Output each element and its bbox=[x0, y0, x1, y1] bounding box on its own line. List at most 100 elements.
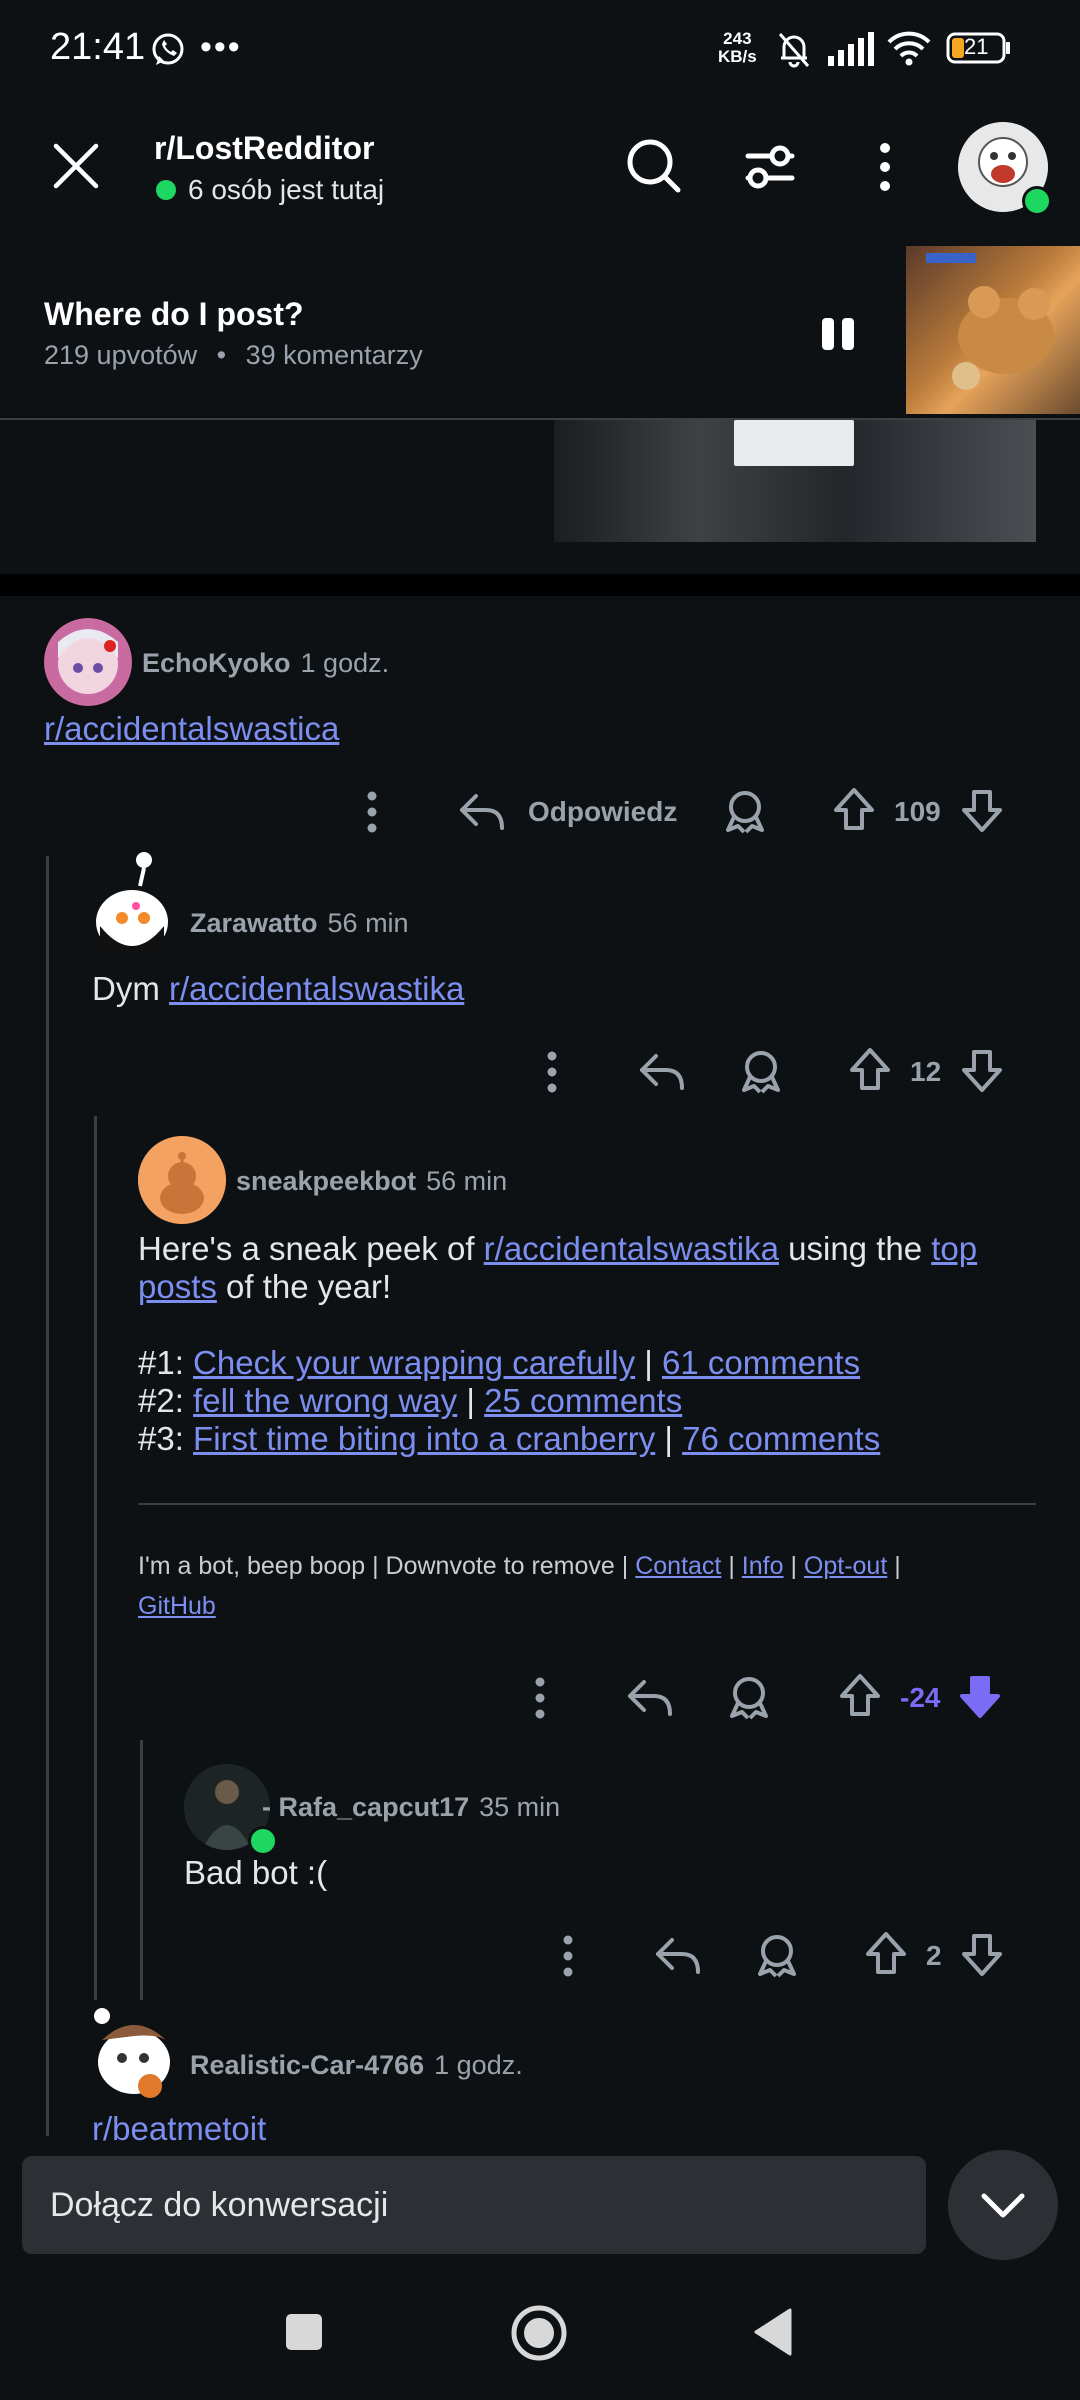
avatar[interactable] bbox=[138, 1136, 226, 1224]
pause-button[interactable] bbox=[818, 314, 858, 354]
reply-button[interactable] bbox=[638, 1052, 686, 1092]
meta-separator: • bbox=[216, 340, 227, 370]
avatar[interactable] bbox=[92, 2006, 176, 2102]
award-button[interactable] bbox=[754, 1932, 800, 1978]
award-button[interactable] bbox=[722, 788, 768, 834]
downvote-button[interactable] bbox=[960, 1048, 1004, 1094]
vote-score: -24 bbox=[900, 1682, 941, 1713]
comment-author[interactable]: - Rafa_capcut17 35 min bbox=[262, 1792, 560, 1823]
post-upvotes: 219 upvotów bbox=[44, 340, 198, 370]
username[interactable]: EchoKyoko bbox=[142, 648, 291, 678]
comment-author[interactable]: sneakpeekbot 56 min bbox=[236, 1166, 507, 1197]
upvote-button[interactable] bbox=[832, 786, 876, 832]
comment-actions: -24 bbox=[0, 1668, 1080, 1728]
top-post-row: #2: fell the wrong way | 25 comments bbox=[138, 1382, 1018, 1420]
downvote-button[interactable] bbox=[958, 1674, 1002, 1720]
more-options-button[interactable] bbox=[870, 140, 900, 194]
top-posts-link[interactable]: posts bbox=[138, 1268, 217, 1305]
join-conversation-placeholder[interactable]: Dołącz do konwersacji bbox=[50, 2186, 388, 2225]
more-options-button[interactable] bbox=[538, 1050, 566, 1094]
recent-apps-button[interactable] bbox=[284, 2312, 324, 2352]
signal-icon bbox=[826, 32, 876, 66]
avatar[interactable] bbox=[92, 846, 172, 964]
more-options-button[interactable] bbox=[526, 1676, 554, 1720]
recent-apps-icon bbox=[286, 2314, 322, 2350]
subreddit-link[interactable]: r/accidentalswastika bbox=[169, 970, 464, 1007]
comments-link[interactable]: 61 comments bbox=[662, 1344, 860, 1381]
downvote-button[interactable] bbox=[960, 1932, 1004, 1978]
post-video-preview[interactable] bbox=[554, 420, 1036, 542]
mute-bell-icon bbox=[776, 30, 812, 68]
award-icon bbox=[742, 1051, 780, 1094]
comment-actions: 2 bbox=[0, 1926, 1080, 1986]
back-icon bbox=[754, 2308, 792, 2356]
subreddit-link[interactable]: r/accidentalswastika bbox=[484, 1230, 779, 1267]
upvote-button[interactable] bbox=[838, 1672, 882, 1718]
subreddit-name[interactable]: r/LostRedditor bbox=[154, 130, 374, 167]
search-button[interactable] bbox=[624, 136, 684, 196]
comments-link[interactable]: 25 comments bbox=[484, 1382, 682, 1419]
battery-level: 21 bbox=[964, 34, 989, 59]
post-link[interactable]: fell the wrong way bbox=[193, 1382, 457, 1419]
comment-actions: Odpowiedz 109 bbox=[0, 782, 1080, 842]
username[interactable]: Zarawatto bbox=[190, 908, 318, 938]
upvote-button[interactable] bbox=[848, 1046, 892, 1092]
reply-icon bbox=[628, 1680, 672, 1716]
github-link[interactable]: GitHub bbox=[138, 1592, 216, 1620]
comment-time: 56 min bbox=[327, 908, 409, 938]
subreddit-link[interactable]: r/accidentalswastica bbox=[44, 710, 339, 747]
subreddit-link[interactable]: r/beatmetoit bbox=[92, 2110, 266, 2142]
post-title[interactable]: Where do I post? bbox=[44, 296, 304, 333]
comments-link[interactable]: 76 comments bbox=[682, 1420, 880, 1457]
award-button[interactable] bbox=[738, 1048, 784, 1094]
collapse-button[interactable] bbox=[948, 2150, 1058, 2260]
comment-author[interactable]: Zarawatto 56 min bbox=[190, 908, 409, 939]
separator: | bbox=[644, 1344, 653, 1381]
filter-button[interactable] bbox=[740, 136, 800, 196]
more-options-button[interactable] bbox=[358, 790, 386, 834]
post-link[interactable]: First time biting into a cranberry bbox=[193, 1420, 655, 1457]
online-indicator bbox=[156, 180, 176, 200]
comment-author[interactable]: EchoKyoko 1 godz. bbox=[142, 648, 389, 679]
reply-button[interactable] bbox=[654, 1936, 702, 1976]
home-icon bbox=[511, 2305, 567, 2361]
top-posts-link[interactable]: top bbox=[931, 1230, 977, 1267]
thread-line[interactable] bbox=[94, 1116, 97, 2000]
home-button[interactable] bbox=[510, 2304, 568, 2362]
filter-icon bbox=[745, 145, 795, 189]
video-thumbnail[interactable] bbox=[906, 246, 1080, 414]
more-vert-icon bbox=[367, 791, 377, 833]
upvote-button[interactable] bbox=[864, 1930, 908, 1976]
battery-icon: 21 bbox=[946, 32, 1012, 64]
upvote-icon bbox=[850, 1048, 890, 1090]
comment-body: r/beatmetoit bbox=[92, 2110, 266, 2142]
opt-out-link[interactable]: Opt-out bbox=[804, 1552, 887, 1580]
comment-author[interactable]: Realistic-Car-4766 1 godz. bbox=[190, 2050, 523, 2081]
reply-button[interactable] bbox=[626, 1678, 674, 1718]
separator: | bbox=[664, 1420, 673, 1457]
back-button[interactable] bbox=[752, 2308, 794, 2356]
comment-text: Dym bbox=[92, 970, 160, 1007]
vote-score: 12 bbox=[910, 1056, 942, 1087]
reply-button[interactable] bbox=[458, 792, 506, 832]
reply-label[interactable]: Odpowiedz bbox=[528, 796, 677, 828]
upvote-icon bbox=[834, 788, 874, 830]
more-options-button[interactable] bbox=[554, 1934, 582, 1978]
avatar-online-indicator bbox=[1022, 186, 1052, 216]
post-meta: 219 upvotów • 39 komentarzy bbox=[44, 340, 423, 371]
clock: 21:41 bbox=[50, 26, 146, 68]
rank: #2: bbox=[138, 1382, 184, 1419]
award-button[interactable] bbox=[726, 1674, 772, 1720]
contact-link[interactable]: Contact bbox=[635, 1552, 721, 1580]
username[interactable]: Rafa_capcut17 bbox=[279, 1792, 470, 1822]
info-link[interactable]: Info bbox=[742, 1552, 784, 1580]
username[interactable]: sneakpeekbot bbox=[236, 1166, 416, 1196]
award-icon bbox=[758, 1935, 796, 1978]
close-button[interactable] bbox=[50, 140, 102, 192]
more-vert-icon bbox=[880, 143, 890, 191]
username[interactable]: Realistic-Car-4766 bbox=[190, 2050, 424, 2080]
vote-score: 109 bbox=[894, 796, 941, 827]
post-link[interactable]: Check your wrapping carefully bbox=[193, 1344, 635, 1381]
downvote-button[interactable] bbox=[960, 788, 1004, 834]
avatar[interactable] bbox=[44, 618, 132, 706]
